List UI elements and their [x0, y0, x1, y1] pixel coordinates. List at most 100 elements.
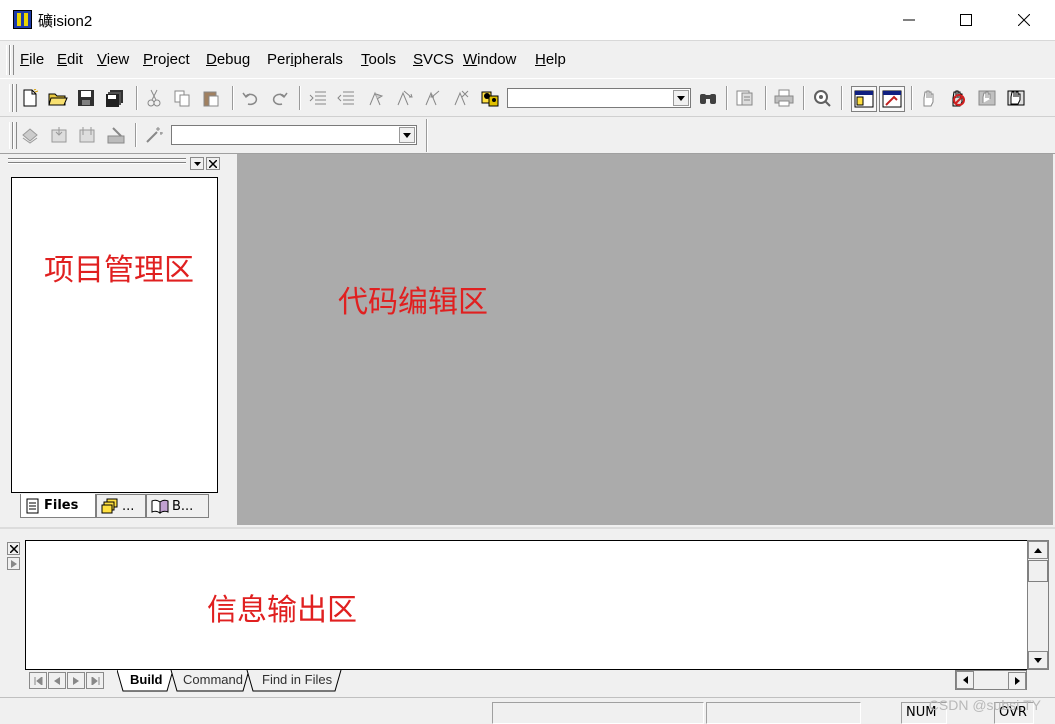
maximize-icon	[960, 14, 972, 26]
minimize-button[interactable]	[880, 0, 938, 40]
output-close-button[interactable]	[7, 542, 20, 555]
copy-button[interactable]	[171, 87, 193, 109]
chevron-right-icon	[1014, 677, 1020, 685]
scroll-thumb[interactable]	[1028, 560, 1048, 582]
menu-tools[interactable]: Tools	[361, 51, 396, 68]
menu-window[interactable]: Window	[463, 51, 516, 68]
app-icon	[13, 10, 32, 29]
output-text-area[interactable]	[25, 540, 1027, 670]
output-vertical-scrollbar[interactable]	[1027, 540, 1049, 670]
select-target-combo[interactable]	[171, 125, 417, 145]
redo-button[interactable]	[268, 87, 290, 109]
window-title: 礦ision2	[38, 13, 93, 30]
save-button[interactable]	[75, 87, 97, 109]
build-target-button[interactable]	[976, 87, 998, 109]
unindent-button[interactable]	[335, 87, 357, 109]
tab-build[interactable]: Build	[122, 670, 171, 691]
tab-registers[interactable]: ...	[96, 494, 146, 518]
files-icon	[26, 498, 39, 513]
new-file-button[interactable]	[19, 87, 41, 109]
indent-button[interactable]	[307, 87, 329, 109]
print-button[interactable]	[773, 87, 795, 109]
menu-bar: File Edit View Project Debug Peripherals…	[0, 40, 1055, 78]
code-editor-area[interactable]	[237, 154, 1053, 525]
find-combo[interactable]	[507, 88, 691, 108]
cut-button[interactable]	[143, 87, 165, 109]
menu-project[interactable]: Project	[143, 51, 190, 68]
tab-books[interactable]: B...	[146, 494, 209, 518]
chevron-right-icon	[10, 559, 17, 568]
find-button[interactable]	[697, 87, 719, 109]
start-stop-debug-button[interactable]	[811, 87, 833, 109]
tab-files[interactable]: Files	[20, 494, 96, 518]
translate-button[interactable]	[19, 124, 41, 146]
next-bookmark-button[interactable]	[393, 87, 415, 109]
menu-peripherals[interactable]: Peripherals	[267, 51, 343, 68]
maximize-button[interactable]	[937, 0, 995, 40]
open-file-button[interactable]	[47, 87, 69, 109]
project-pane-grip[interactable]	[8, 158, 186, 160]
title-bar: 礦ision2	[0, 0, 1055, 40]
output-expand-button[interactable]	[7, 557, 20, 570]
build-button[interactable]	[48, 124, 70, 146]
debug-magnifier-icon	[814, 90, 831, 107]
chevron-left-icon	[54, 676, 60, 685]
menu-debug[interactable]: Debug	[206, 51, 250, 68]
build-toolbar-grip-2[interactable]	[13, 122, 17, 149]
configuration-button[interactable]	[918, 87, 940, 109]
toolbar-grip-2[interactable]	[13, 84, 17, 112]
clear-bookmarks-icon	[454, 90, 469, 106]
find-combo-dropdown[interactable]	[673, 90, 689, 106]
chevron-down-icon	[403, 132, 411, 138]
toolbar-separator	[232, 86, 234, 110]
registers-icon	[101, 498, 118, 514]
find-in-files-button[interactable]	[479, 87, 501, 109]
menu-svcs[interactable]: SVCS	[413, 51, 454, 68]
build-icon	[51, 127, 67, 143]
project-pane-grip-2[interactable]	[8, 162, 186, 164]
scroll-left-button[interactable]	[956, 671, 974, 689]
target-options-button[interactable]	[143, 124, 165, 146]
menu-view[interactable]: View	[97, 51, 129, 68]
paste-button[interactable]	[200, 87, 222, 109]
toggle-bookmark-button[interactable]	[364, 87, 386, 109]
undo-button[interactable]	[240, 87, 262, 109]
output-window-toggle-button[interactable]	[879, 86, 905, 112]
toolbar-separator	[765, 86, 767, 110]
scroll-down-button[interactable]	[1028, 651, 1048, 669]
scroll-up-button[interactable]	[1028, 541, 1048, 559]
menu-help[interactable]: Help	[535, 51, 566, 68]
prev-bookmark-button[interactable]	[421, 87, 443, 109]
menu-file[interactable]: File	[20, 51, 44, 68]
stop-build-button[interactable]	[947, 87, 969, 109]
translate-icon	[22, 128, 38, 144]
printer-icon	[774, 89, 794, 107]
rebuild-all-button[interactable]	[1005, 87, 1027, 109]
download-icon	[107, 127, 125, 144]
tab-prev-button[interactable]	[48, 672, 66, 689]
last-icon	[91, 676, 99, 685]
clear-bookmarks-button[interactable]	[450, 87, 472, 109]
project-pane-close-button[interactable]	[206, 157, 220, 170]
hand-stop-icon	[952, 90, 965, 107]
tab-next-button[interactable]	[67, 672, 85, 689]
close-button[interactable]	[995, 0, 1053, 40]
chevron-up-icon	[1034, 547, 1042, 553]
menu-edit[interactable]: Edit	[57, 51, 83, 68]
project-tree[interactable]	[11, 177, 218, 493]
project-pane-menu-button[interactable]	[190, 157, 204, 170]
tab-find-in-files[interactable]: Find in Files	[254, 670, 340, 691]
select-target-dropdown[interactable]	[399, 127, 415, 143]
save-all-button[interactable]	[104, 87, 126, 109]
source-browser-button[interactable]	[734, 87, 756, 109]
toolbar-separator	[135, 123, 137, 147]
tab-command[interactable]: Command	[175, 670, 251, 691]
workspace-toggle-button[interactable]	[851, 86, 877, 112]
scroll-right-button[interactable]	[1008, 672, 1026, 690]
tab-last-button[interactable]	[86, 672, 104, 689]
rebuild-button[interactable]	[76, 124, 98, 146]
menu-grip-2[interactable]	[10, 45, 14, 75]
tab-first-button[interactable]	[29, 672, 47, 689]
download-button[interactable]	[105, 124, 127, 146]
status-panel	[492, 702, 704, 724]
